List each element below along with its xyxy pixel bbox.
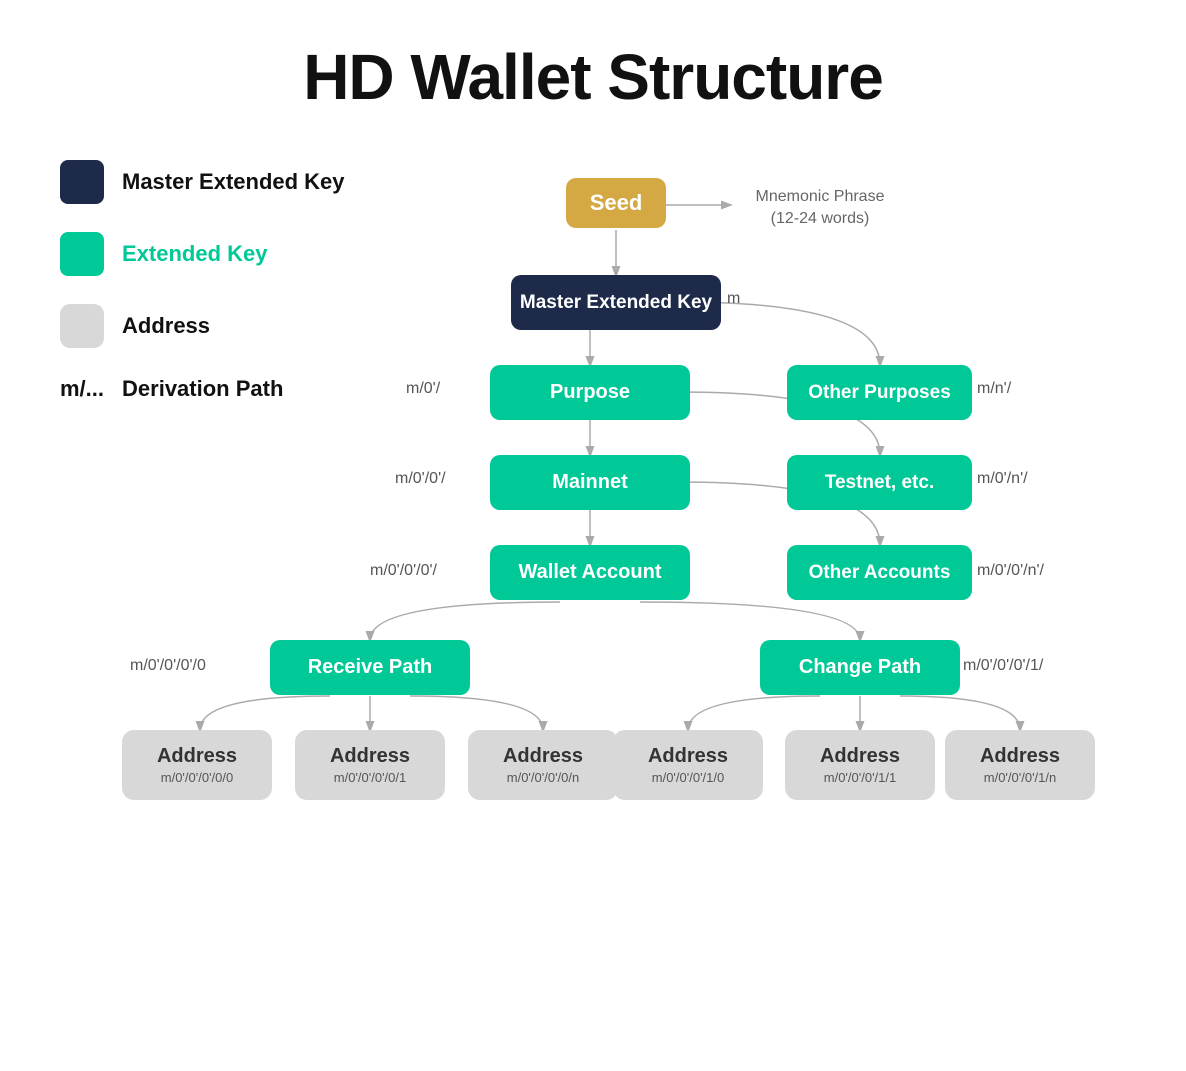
other-accounts-path: m/0'/0'/n'/: [977, 562, 1044, 580]
receive-path-node: Receive Path: [270, 640, 470, 695]
wallet-account-node: Wallet Account: [490, 545, 690, 600]
addr1-node: Address m/0'/0'/0'/0/0: [122, 730, 272, 800]
purpose-path: m/0'/: [406, 380, 440, 398]
master-path: m: [727, 290, 740, 308]
page-title: HD Wallet Structure: [0, 0, 1186, 144]
other-accounts-node: Other Accounts: [787, 545, 972, 600]
addr4-node: Address m/0'/0'/0'/1/0: [613, 730, 763, 800]
purpose-node: Purpose: [490, 365, 690, 420]
wallet-account-path: m/0'/0'/0'/: [370, 562, 437, 580]
addr2-node: Address m/0'/0'/0'/0/1: [295, 730, 445, 800]
diagram: Seed Mnemonic Phrase(12-24 words) Master…: [0, 150, 1186, 1070]
change-path-path: m/0'/0'/0'/1/: [963, 657, 1043, 675]
master-node: Master Extended Key: [511, 275, 721, 330]
change-path-node: Change Path: [760, 640, 960, 695]
addr6-node: Address m/0'/0'/0'/1/n: [945, 730, 1095, 800]
mainnet-path: m/0'/0'/: [395, 470, 446, 488]
testnet-path: m/0'/n'/: [977, 470, 1028, 488]
seed-node: Seed: [566, 178, 666, 228]
other-purposes-path: m/n'/: [977, 380, 1011, 398]
mainnet-node: Mainnet: [490, 455, 690, 510]
addr5-node: Address m/0'/0'/0'/1/1: [785, 730, 935, 800]
mnemonic-label: Mnemonic Phrase(12-24 words): [740, 186, 900, 231]
receive-path-path: m/0'/0'/0'/0: [130, 657, 206, 675]
testnet-node: Testnet, etc.: [787, 455, 972, 510]
other-purposes-node: Other Purposes: [787, 365, 972, 420]
addr3-node: Address m/0'/0'/0'/0/n: [468, 730, 618, 800]
